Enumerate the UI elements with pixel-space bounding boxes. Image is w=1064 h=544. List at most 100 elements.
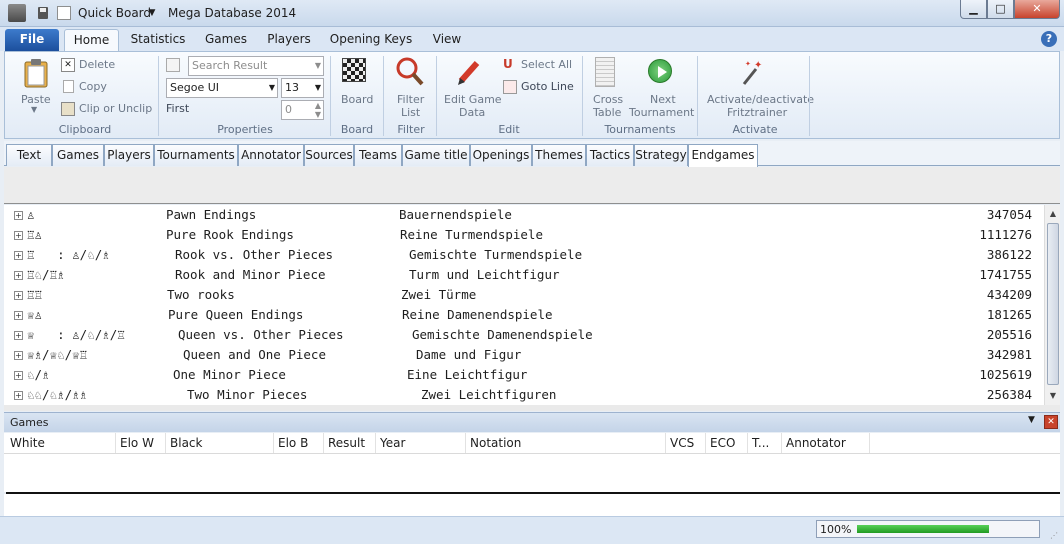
tree-row-pure-queen-endings[interactable]: + ♕♙ Pure Queen Endings Reine Damenendsp…: [4, 305, 1044, 325]
tab-annotator[interactable]: Annotator: [238, 144, 304, 166]
scroll-up-icon[interactable]: ▲: [1046, 206, 1060, 222]
first-spinner[interactable]: 0 ▲ ▼: [281, 100, 324, 120]
tab-tournaments[interactable]: Tournaments: [154, 144, 238, 166]
activate-fritztrainer-line1[interactable]: Activate/deactivate: [707, 93, 814, 106]
cross-table-icon[interactable]: [595, 57, 615, 87]
magnet-icon[interactable]: U: [503, 58, 517, 72]
expand-icon[interactable]: +: [14, 311, 23, 320]
expand-icon[interactable]: +: [14, 231, 23, 240]
board-button[interactable]: Board: [341, 93, 373, 106]
tree-row-one-minor-piece[interactable]: + ♘/♗ One Minor Piece Eine Leichtfigur 1…: [4, 365, 1044, 385]
search-result-combo[interactable]: Search Result ▼: [188, 56, 324, 76]
expand-icon[interactable]: +: [14, 371, 23, 380]
spinner-arrows-icon[interactable]: ▲ ▼: [315, 101, 321, 119]
expand-icon[interactable]: +: [14, 271, 23, 280]
copy-icon[interactable]: [63, 80, 74, 93]
tab-games[interactable]: Games: [52, 144, 104, 166]
tab-games[interactable]: Games: [200, 29, 252, 51]
play-next-icon[interactable]: [648, 59, 672, 83]
expand-icon[interactable]: +: [14, 331, 23, 340]
magnifier-icon[interactable]: [395, 56, 425, 88]
column-elo-b[interactable]: Elo B: [274, 433, 324, 453]
magic-wand-icon[interactable]: ✦ ✦: [740, 57, 766, 87]
pane-splitter[interactable]: [4, 405, 1060, 411]
tree-row-queen-vs-other[interactable]: + ♕ : ♙/♘/♗/♖ Queen vs. Other Pieces Gem…: [4, 325, 1044, 345]
tab-openings[interactable]: Openings: [470, 144, 532, 166]
quick-access-dropdown-icon[interactable]: ▼: [146, 5, 158, 21]
resize-grip-icon[interactable]: ⋰: [1050, 531, 1060, 541]
column-year[interactable]: Year: [376, 433, 466, 453]
tree-row-two-rooks[interactable]: + ♖♖ Two rooks Zwei Türme 434209: [4, 285, 1044, 305]
goto-line-button[interactable]: Goto Line: [521, 80, 574, 93]
cross-table-line2[interactable]: Table: [593, 106, 621, 119]
scroll-down-icon[interactable]: ▼: [1046, 388, 1060, 404]
scroll-thumb[interactable]: [1047, 223, 1059, 385]
cross-table-line1[interactable]: Cross: [593, 93, 623, 106]
tab-teams[interactable]: Teams: [354, 144, 402, 166]
help-icon[interactable]: ?: [1041, 31, 1057, 47]
tab-statistics[interactable]: Statistics: [126, 29, 190, 51]
tab-view[interactable]: View: [426, 29, 468, 51]
tab-players[interactable]: Players: [104, 144, 154, 166]
next-tournament-line1[interactable]: Next: [650, 93, 676, 106]
minimize-button[interactable]: ▁: [960, 0, 987, 19]
maximize-button[interactable]: □: [987, 0, 1014, 19]
tab-endgames[interactable]: Endgames: [688, 144, 758, 167]
chevron-down-icon[interactable]: ▼: [1028, 415, 1035, 425]
next-tournament-line2[interactable]: Tournament: [629, 106, 694, 119]
tree-row-queen-and-one-piece[interactable]: + ♕♗/♕♘/♕♖ Queen and One Piece Dame und …: [4, 345, 1044, 365]
filter-list-line2[interactable]: List: [401, 106, 420, 119]
column-annotator[interactable]: Annotator: [782, 433, 870, 453]
games-list[interactable]: [4, 454, 1060, 492]
column-white[interactable]: White: [6, 433, 116, 453]
tree-scrollbar[interactable]: ▲ ▼: [1044, 205, 1060, 405]
tree-row-pure-rook-endings[interactable]: + ♖♙ Pure Rook Endings Reine Turmendspie…: [4, 225, 1044, 245]
tab-players[interactable]: Players: [262, 29, 316, 51]
activate-fritztrainer-line2[interactable]: Fritztrainer: [727, 106, 787, 119]
expand-icon[interactable]: +: [14, 211, 23, 220]
column-eco[interactable]: ECO: [706, 433, 748, 453]
quick-board-checkbox[interactable]: [57, 6, 71, 20]
close-icon[interactable]: ✕: [1044, 415, 1058, 429]
tree-row-pawn-endings[interactable]: + ♙ Pawn Endings Bauernendspiele 347054: [4, 205, 1044, 225]
clip-icon[interactable]: [61, 102, 75, 116]
tree-row-rook-vs-other[interactable]: + ♖ : ♙/♘/♗ Rook vs. Other Pieces Gemisc…: [4, 245, 1044, 265]
edit-game-data-line1[interactable]: Edit Game: [444, 93, 502, 106]
tab-game-title[interactable]: Game title: [402, 144, 470, 166]
save-icon[interactable]: [34, 4, 52, 22]
tab-tactics[interactable]: Tactics: [586, 144, 634, 166]
tab-home[interactable]: Home: [64, 29, 119, 51]
column-elo-w[interactable]: Elo W: [116, 433, 166, 453]
font-size-combo[interactable]: 13 ▼: [281, 78, 324, 98]
chessboard-icon[interactable]: [342, 58, 366, 82]
tab-sources[interactable]: Sources: [304, 144, 354, 166]
column-notation[interactable]: Notation: [466, 433, 666, 453]
copy-button[interactable]: Copy: [79, 80, 107, 93]
tree-row-two-minor-pieces[interactable]: + ♘♘/♘♗/♗♗ Two Minor Pieces Zwei Leichtf…: [4, 385, 1044, 405]
column-result[interactable]: Result: [324, 433, 376, 453]
column-t[interactable]: T...: [748, 433, 782, 453]
expand-icon[interactable]: +: [14, 251, 23, 260]
expand-icon[interactable]: +: [14, 391, 23, 400]
expand-icon[interactable]: +: [14, 291, 23, 300]
database-app-icon[interactable]: [8, 4, 26, 22]
font-combo[interactable]: Segoe UI ▼: [166, 78, 278, 98]
delete-icon[interactable]: ✕: [61, 58, 75, 72]
goto-line-icon[interactable]: [503, 80, 517, 94]
clip-or-unclip-button[interactable]: Clip or Unclip: [79, 102, 152, 115]
select-all-button[interactable]: Select All: [521, 58, 572, 71]
column-vcs[interactable]: VCS: [666, 433, 706, 453]
paste-icon[interactable]: [23, 58, 49, 88]
column-black[interactable]: Black: [166, 433, 274, 453]
paste-dropdown-icon[interactable]: ▼: [31, 105, 37, 114]
tree-row-rook-and-minor[interactable]: + ♖♘/♖♗ Rook and Minor Piece Turm und Le…: [4, 265, 1044, 285]
filter-list-line1[interactable]: Filter: [397, 93, 424, 106]
tab-themes[interactable]: Themes: [532, 144, 586, 166]
tab-strategy[interactable]: Strategy: [634, 144, 688, 166]
close-button[interactable]: ✕: [1014, 0, 1060, 19]
pencil-icon[interactable]: [455, 57, 483, 87]
edit-game-data-line2[interactable]: Data: [459, 106, 485, 119]
delete-button[interactable]: Delete: [79, 58, 115, 71]
tab-text[interactable]: Text: [6, 144, 52, 166]
tab-opening-keys[interactable]: Opening Keys: [328, 29, 414, 51]
